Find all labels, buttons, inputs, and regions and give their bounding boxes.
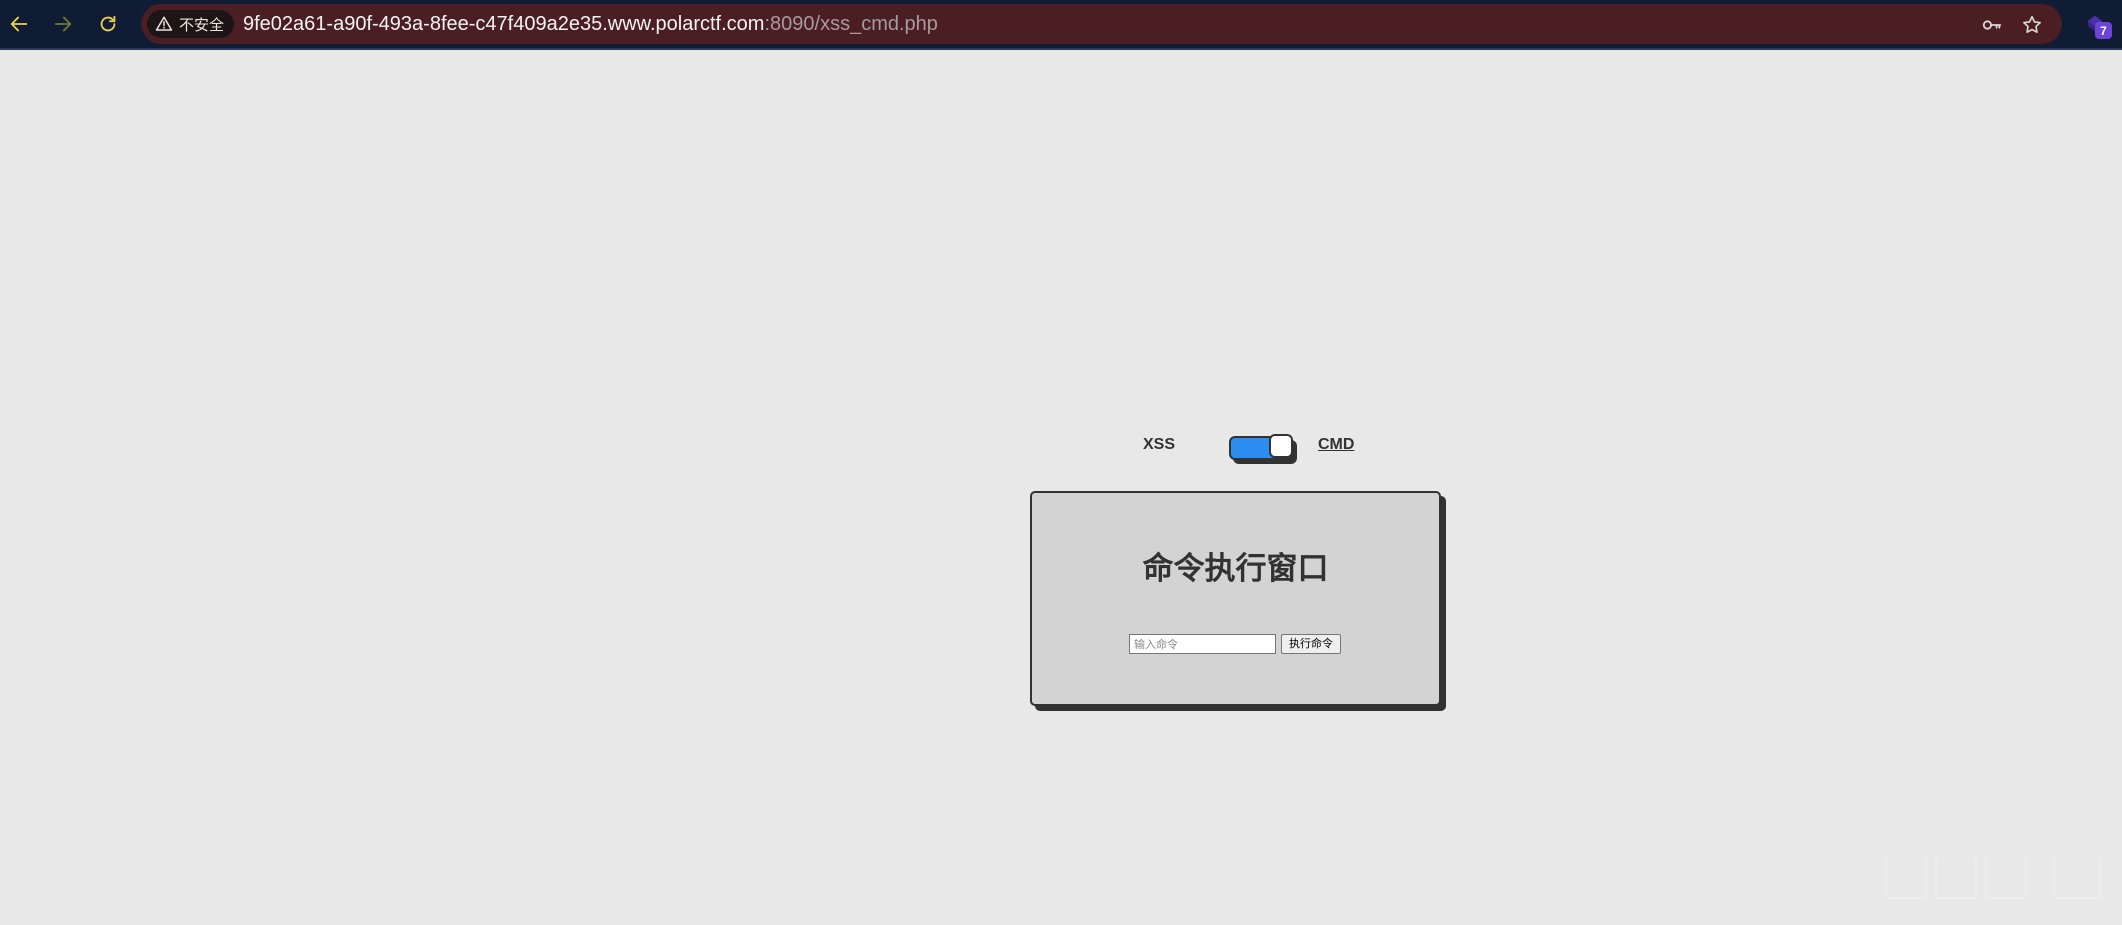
- url-text[interactable]: 9fe02a61-a90f-493a-8fee-c47f409a2e35.www…: [243, 4, 938, 44]
- url-host: 9fe02a61-a90f-493a-8fee-c47f409a2e35.www…: [243, 12, 765, 35]
- cmd-mode-label[interactable]: CMD: [1318, 436, 1354, 454]
- arrow-right-icon: [54, 16, 72, 32]
- command-window-card: 命令执行窗口 执行命令: [1030, 491, 1441, 706]
- forward-button[interactable]: [47, 8, 79, 40]
- page-content: XSS CMD 命令执行窗口 执行命令: [0, 52, 2122, 925]
- xss-mode-label[interactable]: XSS: [1143, 436, 1175, 454]
- star-icon: [2023, 15, 2041, 33]
- security-indicator[interactable]: 不安全: [147, 10, 235, 38]
- mode-toggle-switch[interactable]: [1229, 434, 1297, 464]
- reload-icon: [100, 15, 116, 32]
- browser-toolbar: 不安全 9fe02a61-a90f-493a-8fee-c47f409a2e35…: [0, 0, 2122, 50]
- command-form: 执行命令: [1129, 634, 1341, 654]
- reload-button[interactable]: [92, 8, 124, 40]
- back-button[interactable]: [3, 8, 35, 40]
- password-manager-button[interactable]: [1979, 12, 2005, 38]
- extension-badge: 7: [2095, 22, 2112, 39]
- url-path: :8090/xss_cmd.php: [764, 12, 938, 35]
- watermark-logo: [1885, 855, 2101, 899]
- address-bar[interactable]: 不安全 9fe02a61-a90f-493a-8fee-c47f409a2e35…: [141, 4, 2062, 44]
- bookmark-button[interactable]: [2019, 12, 2045, 38]
- execute-command-button[interactable]: 执行命令: [1281, 634, 1341, 654]
- toggle-knob: [1269, 434, 1293, 458]
- toggle-track: [1229, 434, 1293, 460]
- warning-triangle-icon: [155, 16, 173, 31]
- card-title: 命令执行窗口: [1142, 551, 1329, 587]
- security-label: 不安全: [179, 15, 225, 34]
- arrow-left-icon: [10, 16, 28, 32]
- key-icon: [1982, 20, 2002, 30]
- command-input[interactable]: [1129, 634, 1276, 654]
- extension-button[interactable]: 7: [2084, 12, 2114, 42]
